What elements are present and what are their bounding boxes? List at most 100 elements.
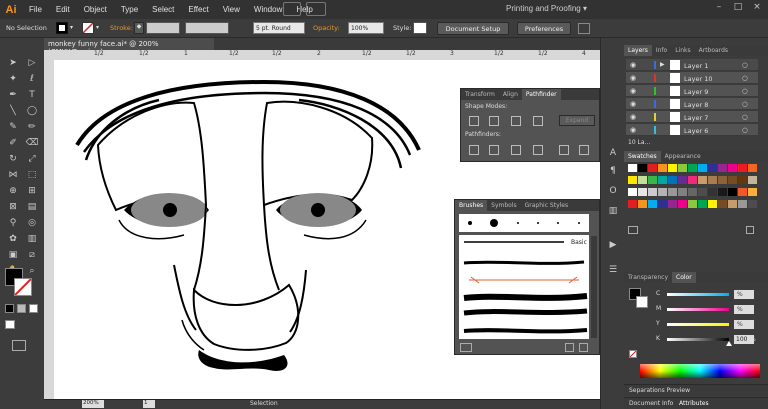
color-swatch[interactable] [688,200,697,208]
target-icon[interactable]: ○ [742,126,748,134]
color-swatch[interactable] [698,164,707,172]
color-swatch[interactable] [638,188,647,196]
layer-name[interactable]: Layer 9 [684,88,708,96]
color-swatch[interactable] [718,200,727,208]
visibility-eye-icon[interactable]: ◉ [630,61,636,69]
character-icon[interactable]: A [604,146,622,161]
minus-back-icon[interactable] [579,145,589,155]
layer-name[interactable]: Layer 1 [684,62,708,70]
opentype-icon[interactable]: O [604,184,622,199]
menu-view[interactable]: View [216,5,247,14]
color-swatch[interactable] [728,176,737,184]
free-transform-tool-icon[interactable]: ⬚ [23,168,41,183]
menu-select[interactable]: Select [145,5,181,14]
tab-transform[interactable]: Transform [461,89,499,100]
color-swatch[interactable] [648,188,657,196]
column-graph-tool-icon[interactable]: ▥ [23,232,41,247]
eraser-tool-icon[interactable]: ⌫ [23,136,41,151]
preferences-button[interactable]: Preferences [517,22,571,35]
merge-icon[interactable] [511,145,521,155]
layer-name[interactable]: Layer 6 [684,127,708,135]
brush-tip-row[interactable] [459,214,589,232]
tab-transparency[interactable]: Transparency [624,272,672,283]
stroke-label[interactable]: Stroke: [110,24,133,32]
zoom-level-field[interactable]: 200% [82,400,104,408]
menu-file[interactable]: File [22,5,49,14]
target-icon[interactable]: ○ [742,61,748,69]
color-swatch[interactable] [698,200,707,208]
color-swatch[interactable] [728,188,737,196]
swatch-libraries-icon[interactable] [628,226,638,234]
black-slider[interactable] [667,338,732,346]
color-stroke-box[interactable] [636,296,648,308]
color-swatch[interactable] [668,176,677,184]
divide-icon[interactable] [469,145,479,155]
visibility-eye-icon[interactable]: ◉ [630,113,636,121]
delete-brush-icon[interactable] [579,343,588,352]
mesh-tool-icon[interactable]: ⊠ [4,200,22,215]
color-swatch[interactable] [718,164,727,172]
document-setup-button[interactable]: Document Setup [437,22,509,35]
trim-icon[interactable] [489,145,499,155]
type-tool-icon[interactable]: T [23,88,41,103]
color-swatch[interactable] [728,164,737,172]
maximize-icon[interactable]: □ [731,2,745,16]
layer-name[interactable]: Layer 7 [684,114,708,122]
variable-width-profile[interactable] [185,22,229,34]
color-swatch[interactable] [648,200,657,208]
paintbrush-tool-icon[interactable]: ✎ [4,120,22,135]
tab-pathfinder[interactable]: Pathfinder [521,89,561,100]
brush-list[interactable] [459,235,589,339]
ellipse-tool-icon[interactable]: ◯ [23,104,41,119]
layer-name[interactable]: Layer 10 [684,75,712,83]
color-swatch[interactable] [678,188,687,196]
color-swatch[interactable] [658,188,667,196]
line-tool-icon[interactable]: ╲ [4,104,22,119]
outline-icon[interactable] [559,145,569,155]
brush-list-scrollbar[interactable] [591,236,597,338]
color-swatch[interactable] [678,164,687,172]
color-swatch[interactable] [648,164,657,172]
stroke-swatch[interactable] [82,22,94,34]
navigator-icon[interactable]: ▶ [604,238,622,253]
tab-graphic-styles[interactable]: Graphic Styles [521,200,572,211]
color-swatch[interactable] [748,188,757,196]
symbol-sprayer-tool-icon[interactable]: ✿ [4,232,22,247]
color-swatch[interactable] [708,164,717,172]
crop-icon[interactable] [533,145,543,155]
menu-type[interactable]: Type [114,5,145,14]
layer-row[interactable]: ◉ ▶ Layer 1 ○ [626,59,758,71]
shape-builder-tool-icon[interactable]: ⊕ [4,184,22,199]
fill-chevron-icon[interactable]: ▾ [70,24,73,31]
select-similar-icon[interactable] [578,23,590,34]
eyedropper-tool-icon[interactable]: ⚲ [4,216,22,231]
color-swatch[interactable] [708,200,717,208]
target-icon[interactable]: ○ [742,74,748,82]
pen-tool-icon[interactable]: ✒ [4,88,22,103]
paragraph-icon[interactable]: ¶ [604,164,622,179]
slider-thumb-icon[interactable] [726,341,732,346]
layer-row[interactable]: ◉ Layer 10 ○ [626,72,758,84]
brush-definition-field[interactable]: 5 pt. Round [253,22,305,34]
color-swatch[interactable] [708,188,717,196]
zoom-tool-icon[interactable]: ⌕ [23,264,41,279]
visibility-eye-icon[interactable]: ◉ [630,126,636,134]
color-mode-icon[interactable] [5,304,14,313]
workspace-switcher[interactable]: Printing and Proofing ▾ [506,4,587,13]
blend-tool-icon[interactable]: ◎ [23,216,41,231]
yellow-slider[interactable] [667,323,729,326]
color-swatch[interactable] [678,200,687,208]
tab-layers[interactable]: Layers [624,45,652,56]
color-swatch[interactable] [718,176,727,184]
rotate-tool-icon[interactable]: ↻ [4,152,22,167]
color-swatch[interactable] [668,188,677,196]
stroke-chevron-icon[interactable]: ▾ [96,24,99,31]
color-swatch[interactable] [748,164,757,172]
target-icon[interactable]: ○ [742,87,748,95]
graphic-style-swatch[interactable] [413,22,427,34]
tab-appearance[interactable]: Appearance [661,151,705,162]
stroke-color-box[interactable] [14,278,32,296]
target-icon[interactable]: ○ [742,100,748,108]
layer-row[interactable]: ◉ Layer 7 ○ [626,111,758,123]
opacity-field[interactable]: 100% [348,22,384,34]
